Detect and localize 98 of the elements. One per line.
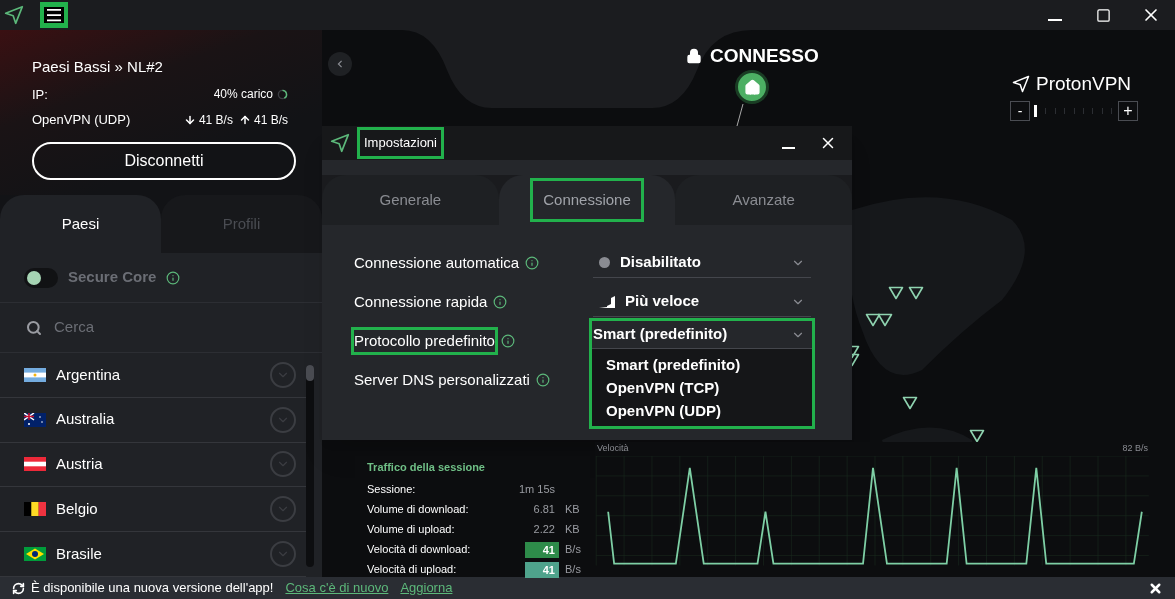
lock-icon	[686, 48, 702, 65]
chevron-left-icon	[336, 60, 344, 68]
scrollbar[interactable]	[306, 365, 314, 567]
stat-unit: KB	[565, 502, 580, 518]
argentina-flag-icon	[24, 367, 46, 382]
dropdown-value: Smart (predefinito)	[593, 324, 729, 345]
setting-label: Connessione automatica	[354, 252, 520, 273]
belgium-flag-icon	[24, 502, 46, 517]
search-icon	[26, 319, 42, 336]
dropdown-option[interactable]: OpenVPN (UDP)	[606, 399, 812, 422]
menu-button[interactable]	[40, 2, 68, 28]
country-row[interactable]: Brasile	[0, 532, 306, 577]
load-ring-icon	[277, 88, 288, 100]
connection-status: CONNESSO	[710, 44, 819, 68]
notification-message: È disponibile una nuova versione dell'app!	[31, 579, 274, 598]
info-icon	[535, 373, 550, 387]
refresh-icon	[12, 581, 25, 595]
server-marker-icon[interactable]	[865, 313, 881, 327]
maximize-icon	[1095, 7, 1111, 23]
setting-label: Server DNS personalizzati	[354, 369, 530, 390]
logo-icon	[330, 133, 350, 153]
setting-dropdown[interactable]: Disabilitato	[593, 248, 811, 278]
protocol-label: OpenVPN (UDP)	[32, 111, 131, 129]
secure-core-label: Secure Core	[68, 267, 157, 288]
chart-title: Velocità	[597, 442, 629, 455]
country-row[interactable]: Austria	[0, 442, 306, 488]
stat-label: Volume di download:	[367, 502, 470, 518]
stat-value: 41	[525, 541, 559, 558]
stat-value: 6.81	[532, 502, 556, 518]
server-marker-icon[interactable]	[908, 286, 924, 300]
stat-label: Velocità di download:	[367, 542, 472, 558]
server-name: Paesi Bassi » NL#2	[32, 57, 164, 77]
zoom-in-button[interactable]: +	[1118, 101, 1138, 121]
stat-value: 1m 15s	[517, 482, 556, 498]
country-row[interactable]: Belgio	[0, 487, 306, 533]
notification-link[interactable]: Aggiorna	[400, 578, 453, 598]
country-name: Australia	[56, 409, 116, 430]
stat-label: Sessione:	[367, 482, 417, 498]
austria-flag-icon	[24, 457, 46, 472]
brazil-flag-icon	[24, 547, 46, 562]
minimize-icon	[1048, 19, 1062, 21]
download-speed: 41 B/s	[198, 111, 233, 129]
setting-label: Protocollo predefinito	[354, 329, 495, 353]
search-field[interactable]: Cerca	[54, 316, 254, 339]
panel-title: Traffico della sessione	[367, 460, 486, 475]
country-name: Belgio	[56, 499, 99, 520]
stat-unit: B/s	[565, 542, 581, 558]
home-marker[interactable]	[735, 70, 769, 104]
connector-line	[735, 104, 745, 126]
server-marker-icon[interactable]	[902, 396, 918, 410]
disconnect-button[interactable]: Disconnetti	[32, 141, 296, 180]
logo-icon	[4, 5, 24, 25]
stat-value: 2.22	[532, 522, 556, 538]
setting-dropdown[interactable]: Più veloce	[593, 287, 811, 317]
logo-icon	[1012, 75, 1030, 94]
server-marker-icon[interactable]	[877, 313, 893, 327]
download-icon	[183, 113, 196, 126]
zoom-slider[interactable]	[1034, 103, 1114, 119]
upload-speed: 41 B/s	[253, 111, 288, 129]
protocol-dropdown[interactable]: Smart (predefinito) Smart (predefinito) OpenVPN (TCP) OpenVPN (UDP)	[592, 321, 812, 426]
menu-icon	[44, 7, 64, 23]
stat-unit: B/s	[565, 562, 581, 578]
australia-flag-icon	[24, 412, 46, 427]
stat-label: Velocità di upload:	[367, 562, 458, 578]
dropdown-option[interactable]: Smart (predefinito)	[606, 353, 812, 376]
server-marker-icon[interactable]	[888, 286, 904, 300]
server-load: 40% carico	[213, 86, 273, 104]
stat-unit: KB	[565, 522, 580, 538]
notification-link[interactable]: Cosa c'è di nuovo	[285, 578, 389, 598]
zoom-out-button[interactable]: -	[1010, 101, 1030, 121]
close-icon[interactable]	[1148, 580, 1163, 596]
info-icon	[166, 270, 181, 285]
dialog-title: Impostazioni	[360, 130, 441, 156]
setting-label: Connessione rapida	[354, 291, 488, 312]
country-row[interactable]: Argentina	[0, 353, 306, 398]
stat-value: 41	[525, 561, 559, 578]
secure-core-toggle[interactable]	[24, 267, 58, 288]
country-name: Austria	[56, 454, 104, 475]
dropdown-value: Disabilitato	[620, 252, 702, 273]
info-icon	[525, 256, 540, 270]
back-button[interactable]	[328, 52, 352, 76]
sidebar-tab[interactable]: Paesi	[0, 195, 161, 253]
dropdown-option[interactable]: OpenVPN (TCP)	[606, 376, 812, 399]
zoom-thumb[interactable]	[1034, 105, 1038, 117]
minimize-icon	[781, 147, 795, 149]
stat-label: Volume di upload:	[367, 522, 456, 538]
info-icon	[500, 334, 515, 348]
brand-name: ProtonVPN	[1036, 72, 1132, 96]
country-name: Brasile	[56, 543, 103, 564]
chart-max-label: 82 B/s	[1122, 442, 1148, 455]
dropdown-value: Più veloce	[625, 291, 701, 312]
home-icon	[743, 78, 761, 96]
info-icon	[493, 295, 508, 309]
country-name: Argentina	[56, 364, 122, 385]
server-marker-icon[interactable]	[969, 429, 985, 443]
upload-icon	[238, 113, 251, 126]
ip-label: IP:	[32, 85, 48, 104]
country-row[interactable]: Australia	[0, 397, 306, 443]
